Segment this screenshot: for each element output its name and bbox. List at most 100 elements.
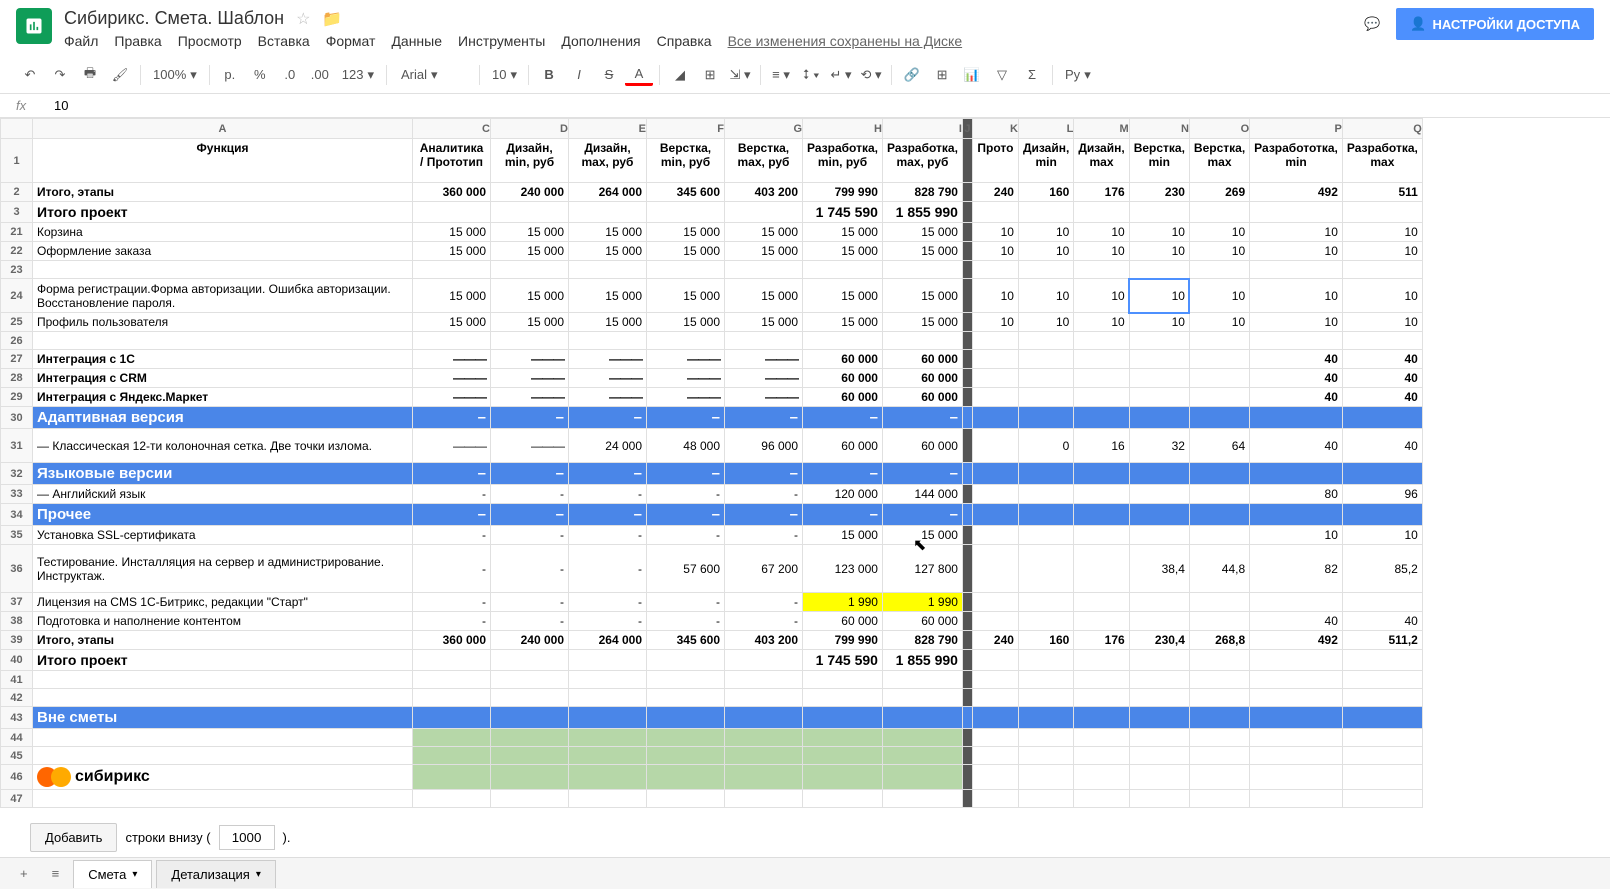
cell[interactable] [962,202,972,223]
cell[interactable]: 15 000 [413,223,491,242]
cell[interactable] [1189,485,1249,504]
cell[interactable]: 57 600 [647,545,725,593]
cell[interactable] [1250,261,1343,279]
h-align-button[interactable]: ≡ ▾ [767,61,795,89]
cell[interactable] [803,671,883,689]
menu-правка[interactable]: Правка [114,33,161,49]
cell[interactable]: 60 000 [803,350,883,369]
cell[interactable] [569,261,647,279]
cell[interactable] [962,463,972,485]
cell[interactable]: 10 [972,223,1018,242]
cell[interactable] [972,350,1018,369]
cell[interactable] [569,332,647,350]
cell[interactable] [647,707,725,729]
cell[interactable]: 799 990 [803,183,883,202]
row-header[interactable]: 40 [1,650,33,671]
cell[interactable]: ——— [725,350,803,369]
cell[interactable]: Адаптивная версия [33,407,413,429]
cell[interactable] [725,332,803,350]
cell[interactable] [972,407,1018,429]
number-format-dropdown[interactable]: 123 ▾ [336,67,380,83]
cell[interactable] [972,485,1018,504]
cell[interactable]: 10 [972,313,1018,332]
cell[interactable] [1189,388,1249,407]
row-header[interactable]: 29 [1,388,33,407]
cell[interactable]: 176 [1074,183,1129,202]
cell[interactable] [1189,765,1249,790]
row-header[interactable]: 22 [1,242,33,261]
cell[interactable] [803,747,883,765]
cell[interactable] [647,689,725,707]
menu-данные[interactable]: Данные [391,33,442,49]
cell[interactable] [1018,526,1073,545]
cell[interactable] [413,765,491,790]
cell[interactable]: 64 [1189,429,1249,463]
cell[interactable]: 230,4 [1129,631,1189,650]
cell[interactable] [413,671,491,689]
cell[interactable]: 10 [1129,279,1189,313]
add-sheet-button[interactable]: + [10,860,38,887]
document-title[interactable]: Сибирикс. Смета. Шаблон [64,8,284,29]
cell[interactable] [491,765,569,790]
cell[interactable]: 60 000 [882,369,962,388]
cell[interactable] [1189,369,1249,388]
cell[interactable]: 10 [1250,223,1343,242]
paint-format-button[interactable]: 🖌 [106,61,134,89]
cell[interactable]: 240 000 [491,631,569,650]
cell[interactable] [1129,350,1189,369]
cell[interactable] [1018,707,1073,729]
cell[interactable] [491,707,569,729]
cell[interactable] [491,332,569,350]
cell[interactable]: ——— [413,388,491,407]
cell[interactable] [1074,545,1129,593]
cell[interactable]: 1 745 590 [803,650,883,671]
cell[interactable] [962,332,972,350]
cell[interactable]: – [882,504,962,526]
link-button[interactable]: 🔗 [898,61,926,89]
cell[interactable]: ——— [491,388,569,407]
cell[interactable] [1018,388,1073,407]
row-header[interactable]: 36 [1,545,33,593]
cell[interactable]: 123 000 [803,545,883,593]
cell[interactable] [1250,689,1343,707]
cell[interactable]: – [569,407,647,429]
cell[interactable]: 40 [1342,350,1422,369]
cell[interactable] [962,261,972,279]
cell[interactable]: 15 000 [491,313,569,332]
header-cell[interactable] [962,139,972,183]
cell[interactable] [1342,689,1422,707]
cell[interactable]: 15 000 [725,313,803,332]
cell[interactable]: - [491,545,569,593]
cell[interactable] [647,765,725,790]
cell[interactable]: 15 000 [882,313,962,332]
cell[interactable]: Языковые версии [33,463,413,485]
cell[interactable] [1250,747,1343,765]
cell[interactable] [972,429,1018,463]
cell[interactable]: 15 000 [882,242,962,261]
cell[interactable]: - [725,485,803,504]
cell[interactable]: 60 000 [803,429,883,463]
cell[interactable]: Оформление заказа [33,242,413,261]
cell[interactable] [962,313,972,332]
cell[interactable] [962,790,972,808]
cell[interactable]: – [725,504,803,526]
cell[interactable]: – [647,463,725,485]
cell[interactable] [569,747,647,765]
italic-button[interactable]: I [565,61,593,89]
cell[interactable]: Тестирование. Инсталляция на сервер и ад… [33,545,413,593]
cell[interactable]: – [413,463,491,485]
cell[interactable] [1250,790,1343,808]
row-header[interactable]: 27 [1,350,33,369]
cell[interactable]: 345 600 [647,183,725,202]
cell[interactable]: – [882,463,962,485]
borders-button[interactable]: ⊞ [696,61,724,89]
cell[interactable]: Вне сметы [33,707,413,729]
cell[interactable]: 40 [1342,369,1422,388]
header-cell[interactable]: Разработка, max [1342,139,1422,183]
cell[interactable] [569,729,647,747]
cell[interactable] [647,747,725,765]
cell[interactable]: сибирикс [33,765,413,790]
cell[interactable] [972,332,1018,350]
cell[interactable]: Интеграция с Яндекс.Маркет [33,388,413,407]
cell[interactable]: 230 [1129,183,1189,202]
